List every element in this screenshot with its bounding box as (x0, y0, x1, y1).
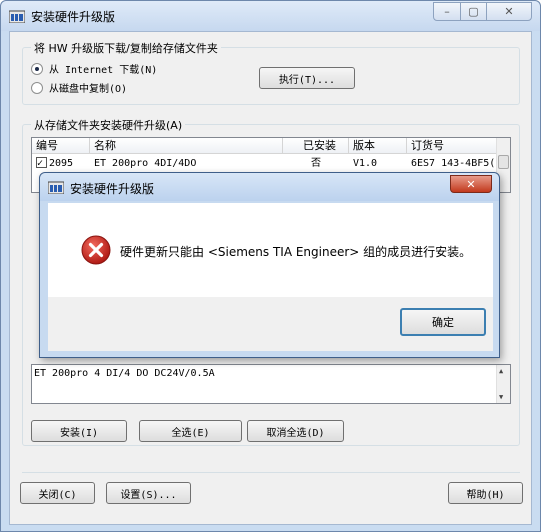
col-version[interactable]: 版本 (349, 138, 407, 153)
col-order[interactable]: 订货号 (407, 138, 498, 153)
dialog-message: 硬件更新只能由 <Siemens TIA Engineer> 组的成员进行安装。 (120, 245, 472, 259)
ok-button[interactable]: 确定 (400, 308, 486, 336)
description-text: ET 200pro 4 DI/4 DO DC24V/0.5A (34, 368, 215, 379)
close-dialog-button[interactable]: 关闭(C) (20, 482, 95, 504)
dialog-title: 安装硬件升级版 (70, 182, 155, 196)
maximize-icon: ▢ (468, 5, 479, 18)
help-button[interactable]: 帮助(H) (448, 482, 523, 504)
row-id-cell: 2095 (32, 155, 90, 172)
close-button[interactable]: ✕ (486, 2, 532, 21)
dialog-title-bar[interactable]: 安装硬件升级版 ✕ (40, 173, 499, 201)
list-header: 编号 名称 已安装 版本 订货号 (32, 138, 498, 154)
settings-button[interactable]: 设置(S)... (106, 482, 191, 504)
close-icon: ✕ (504, 5, 514, 18)
title-bar[interactable]: 安装硬件升级版 – ▢ ✕ (1, 1, 540, 31)
minimize-button[interactable]: – (433, 2, 461, 21)
window-title: 安装硬件升级版 (31, 10, 116, 24)
minimize-icon: – (444, 5, 450, 18)
radio-internet[interactable] (31, 62, 43, 75)
radio-internet-label: 从 Internet 下载(N) (49, 65, 158, 76)
scroll-down-icon[interactable]: ▼ (499, 393, 503, 401)
list-scroll-thumb[interactable] (498, 155, 509, 169)
download-group-title: 将 HW 升级版下载/复制给存储文件夹 (31, 40, 221, 56)
hardware-update-icon (9, 10, 25, 23)
description-box: ET 200pro 4 DI/4 DO DC24V/0.5A ▲ ▼ (31, 364, 511, 404)
col-name[interactable]: 名称 (90, 138, 283, 153)
radio-disk[interactable] (31, 81, 43, 94)
footer-divider (22, 472, 520, 473)
hardware-update-icon (48, 181, 64, 194)
maximize-button[interactable]: ▢ (460, 2, 487, 21)
download-group: 将 HW 升级版下载/复制给存储文件夹 从 Internet 下载(N) 从磁盘… (22, 40, 520, 105)
radio-internet-row[interactable]: 从 Internet 下载(N) (31, 61, 157, 76)
radio-disk-row[interactable]: 从磁盘中复制(O) (31, 80, 127, 95)
execute-button[interactable]: 执行(T)... (259, 67, 355, 89)
close-icon: ✕ (466, 177, 476, 191)
error-dialog: 安装硬件升级版 ✕ 硬件更新只能由 <Siemens TIA Engineer>… (39, 172, 500, 358)
row-order: 6ES7 143-4BF5( (411, 158, 496, 169)
select-all-button[interactable]: 全选(E) (139, 420, 242, 442)
scroll-up-icon[interactable]: ▲ (499, 367, 503, 375)
install-button[interactable]: 安装(I) (31, 420, 127, 442)
install-group-title: 从存储文件夹安装硬件升级(A) (31, 117, 186, 133)
col-id[interactable]: 编号 (32, 138, 90, 153)
dialog-footer: 确定 (48, 297, 493, 351)
row-version: V1.0 (353, 158, 378, 169)
row-id: 2095 (49, 158, 74, 169)
row-checkbox[interactable] (36, 155, 47, 172)
error-x-icon (81, 235, 111, 265)
deselect-all-button[interactable]: 取消全选(D) (247, 420, 344, 442)
table-row[interactable]: 2095 ET 200pro 4DI/4DO 否 V1.0 6ES7 143-4… (32, 155, 498, 172)
dialog-close-button[interactable]: ✕ (450, 175, 492, 193)
radio-disk-label: 从磁盘中复制(O) (49, 84, 128, 95)
description-scrollbar[interactable]: ▲ ▼ (496, 365, 510, 403)
row-name: ET 200pro 4DI/4DO (94, 158, 197, 169)
row-installed: 否 (311, 158, 321, 169)
dialog-body: 硬件更新只能由 <Siemens TIA Engineer> 组的成员进行安装。 (48, 203, 493, 297)
col-installed[interactable]: 已安装 (283, 138, 349, 153)
